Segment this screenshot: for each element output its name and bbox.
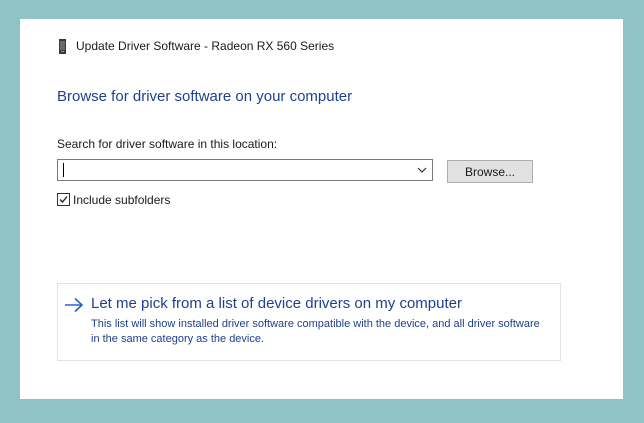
include-subfolders-option[interactable]: Include subfolders (57, 192, 170, 207)
update-driver-dialog: Update Driver Software - Radeon RX 560 S… (20, 19, 623, 399)
include-subfolders-label: Include subfolders (73, 192, 171, 207)
include-subfolders-checkbox[interactable] (57, 193, 70, 206)
pick-from-list-description: This list will show installed driver sof… (91, 318, 540, 345)
device-icon (58, 38, 67, 54)
search-location-combobox[interactable] (57, 159, 433, 181)
checkmark-icon (59, 196, 68, 203)
search-location-input[interactable] (58, 160, 414, 180)
page-heading: Browse for driver software on your compu… (57, 88, 353, 105)
pick-from-list-title[interactable]: Let me pick from a list of device driver… (91, 295, 462, 312)
text-caret (63, 163, 64, 177)
pick-from-list-option[interactable]: Let me pick from a list of device driver… (57, 283, 561, 361)
browse-button[interactable]: Browse... (447, 160, 533, 183)
dialog-title-bar: Update Driver Software - Radeon RX 560 S… (58, 38, 334, 54)
dialog-title: Update Driver Software - Radeon RX 560 S… (76, 39, 335, 53)
chevron-down-icon[interactable] (414, 160, 430, 180)
arrow-right-icon (64, 297, 84, 313)
search-location-label: Search for driver software in this locat… (57, 137, 278, 151)
